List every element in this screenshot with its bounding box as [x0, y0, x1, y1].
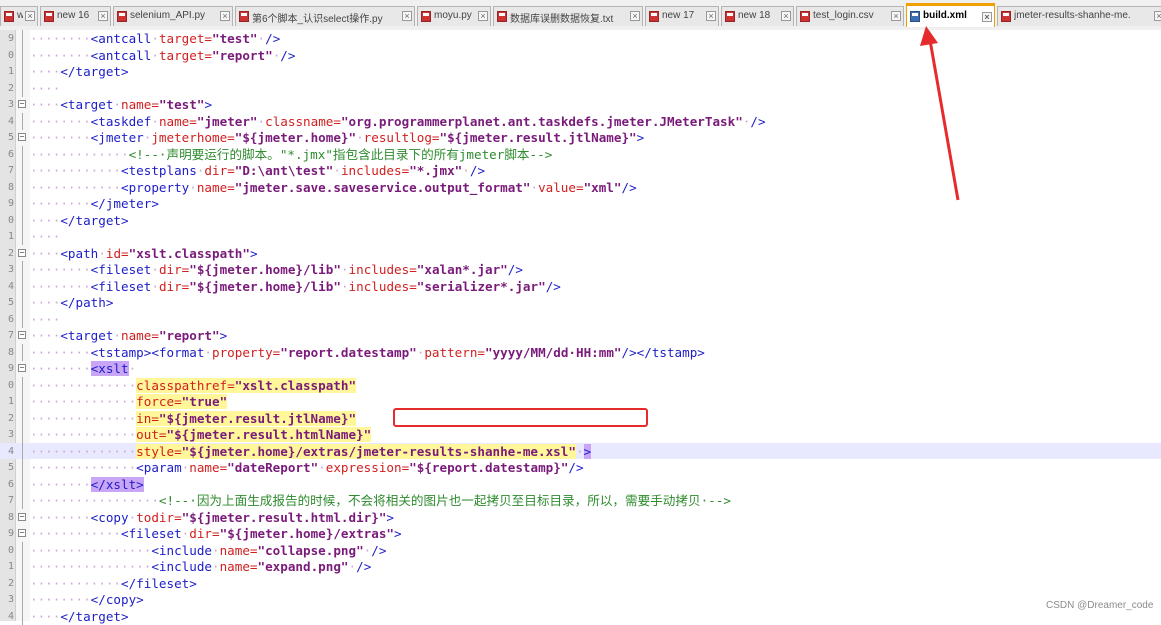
watermark: CSDN @Dreamer_code [1046, 600, 1154, 611]
arrow-head [920, 26, 938, 46]
annotation-arrow [920, 26, 960, 201]
arrow-shaft [928, 39, 960, 201]
